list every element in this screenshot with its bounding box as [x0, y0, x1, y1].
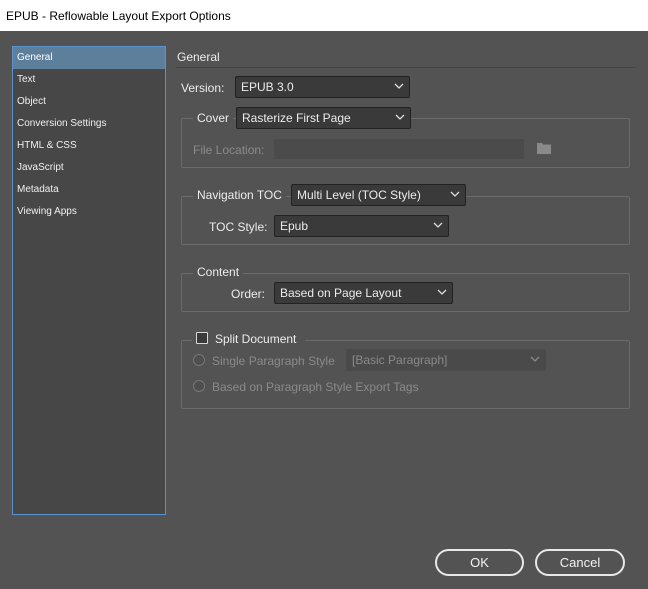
chevron-down-icon — [530, 354, 540, 364]
chevron-down-icon — [450, 189, 460, 199]
chevron-down-icon — [433, 220, 443, 230]
order-label: Order: — [231, 287, 266, 301]
sidebar-item-viewing-apps[interactable]: Viewing Apps — [13, 201, 165, 223]
ok-button[interactable]: OK — [435, 549, 524, 576]
sidebar-item-object[interactable]: Object — [13, 91, 165, 113]
version-value: EPUB 3.0 — [241, 80, 294, 94]
export-tags-label: Based on Paragraph Style Export Tags — [212, 380, 419, 394]
split-document-checkbox[interactable] — [196, 332, 208, 344]
sidebar-item-html-css[interactable]: HTML & CSS — [13, 135, 165, 157]
toc-style-dropdown[interactable]: Epub — [274, 215, 449, 237]
order-dropdown[interactable]: Based on Page Layout — [274, 282, 453, 304]
sidebar-item-metadata[interactable]: Metadata — [13, 179, 165, 201]
file-location-label: File Location: — [193, 143, 265, 157]
chevron-down-icon — [437, 287, 447, 297]
version-dropdown[interactable]: EPUB 3.0 — [235, 76, 410, 98]
split-document-label: Split Document — [215, 332, 297, 346]
content-label: Content — [193, 265, 244, 279]
folder-icon[interactable] — [537, 142, 551, 154]
cover-dropdown[interactable]: Rasterize First Page — [236, 107, 411, 129]
file-location-field[interactable] — [274, 139, 524, 159]
window-title: EPUB - Reflowable Layout Export Options — [6, 9, 231, 23]
section-heading: General — [177, 50, 220, 64]
paragraph-style-dropdown[interactable]: [Basic Paragraph] — [346, 349, 546, 371]
sidebar-item-general[interactable]: General — [13, 47, 165, 69]
section-divider — [176, 67, 636, 68]
sidebar-item-text[interactable]: Text — [13, 69, 165, 91]
sidebar: General Text Object Conversion Settings … — [12, 46, 166, 515]
cover-value: Rasterize First Page — [242, 111, 351, 125]
chevron-down-icon — [395, 112, 405, 122]
paragraph-style-value: [Basic Paragraph] — [352, 353, 448, 367]
toc-style-value: Epub — [280, 219, 309, 233]
version-label: Version: — [181, 81, 225, 95]
navigation-toc-value: Multi Level (TOC Style) — [297, 188, 421, 202]
toc-style-label: TOC Style: — [209, 220, 268, 234]
order-value: Based on Page Layout — [280, 286, 402, 300]
sidebar-item-conversion-settings[interactable]: Conversion Settings — [13, 113, 165, 135]
title-bar: EPUB - Reflowable Layout Export Options — [0, 0, 648, 31]
navigation-toc-label: Navigation TOC — [193, 188, 286, 202]
cover-label: Cover — [193, 111, 234, 125]
sidebar-item-javascript[interactable]: JavaScript — [13, 157, 165, 179]
cancel-button[interactable]: Cancel — [535, 549, 625, 576]
single-paragraph-label: Single Paragraph Style — [212, 354, 335, 368]
navigation-toc-dropdown[interactable]: Multi Level (TOC Style) — [291, 184, 466, 206]
chevron-down-icon — [394, 81, 404, 91]
single-paragraph-radio[interactable] — [193, 354, 205, 366]
export-tags-radio[interactable] — [193, 380, 205, 392]
